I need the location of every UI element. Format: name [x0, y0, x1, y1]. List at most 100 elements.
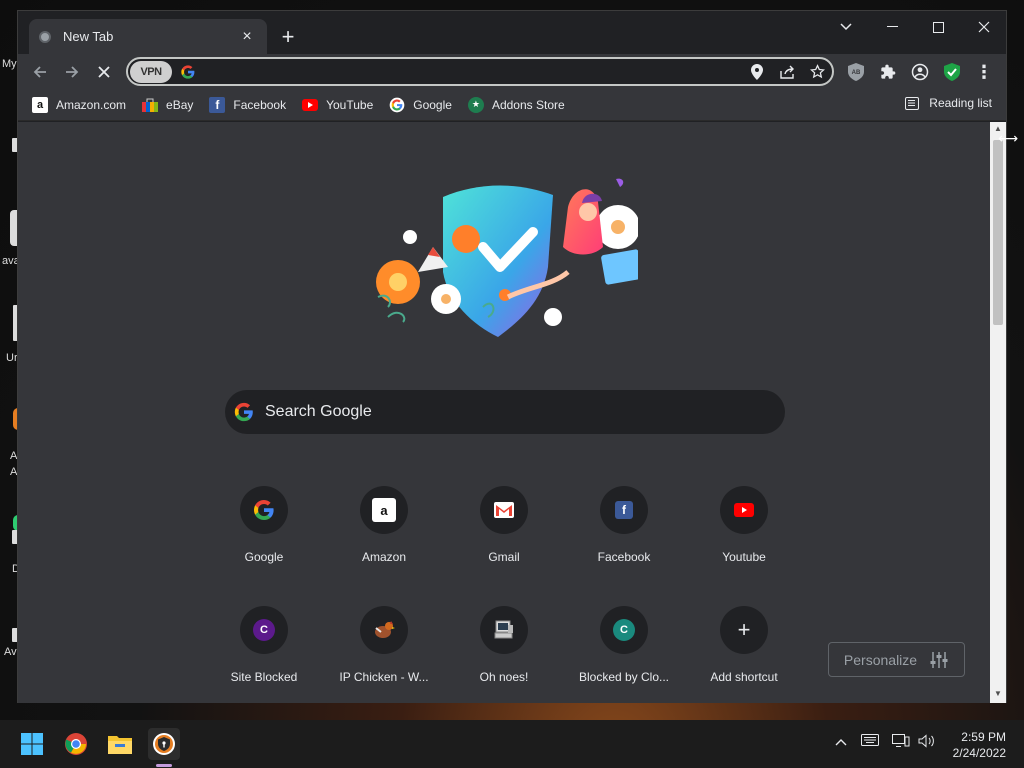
- bookmark-amazon[interactable]: a Amazon.com: [32, 96, 126, 113]
- shortcut-icon-circle: C: [600, 606, 648, 654]
- shortcut-icon-circle: [720, 486, 768, 534]
- tab-new-tab[interactable]: New Tab ×: [29, 19, 267, 54]
- network-icon[interactable]: [892, 734, 910, 751]
- bookmark-ebay[interactable]: eBay: [142, 97, 193, 113]
- shield-illustration: [376, 178, 638, 337]
- new-tab-button[interactable]: +: [276, 24, 300, 49]
- browser-menu-button[interactable]: ⋮: [970, 58, 998, 86]
- shortcut-icon-circle: [240, 486, 288, 534]
- sliders-icon: [930, 651, 948, 668]
- shortcut-amazon[interactable]: a Amazon: [328, 486, 440, 564]
- bookmark-label: Addons Store: [491, 97, 565, 112]
- facebook-icon: f: [615, 501, 633, 519]
- shortcut-blocked-by-cloudflare[interactable]: C Blocked by Clo...: [568, 606, 680, 684]
- bookmark-youtube[interactable]: YouTube: [302, 97, 373, 113]
- page-scrollbar[interactable]: ▲ ▼: [990, 122, 1006, 703]
- minimize-button[interactable]: [869, 15, 915, 39]
- shortcut-gmail[interactable]: Gmail: [448, 486, 560, 564]
- shortcut-site-blocked[interactable]: C Site Blocked: [208, 606, 320, 684]
- taskbar: 2:59 PM 2/24/2022: [0, 720, 1024, 768]
- tab-strip: New Tab × +: [18, 11, 1006, 54]
- computer-icon: [494, 620, 513, 639]
- tab-title: New Tab: [63, 29, 114, 44]
- shortcut-ip-chicken[interactable]: IP Chicken - W...: [328, 606, 440, 684]
- reading-list-button[interactable]: Reading list: [905, 96, 992, 110]
- navigation-toolbar: VPN AB ⋮: [18, 54, 1006, 89]
- amazon-icon: a: [372, 498, 396, 522]
- facebook-icon: f: [209, 96, 226, 113]
- bookmark-google[interactable]: Google: [389, 97, 452, 113]
- share-icon[interactable]: [772, 59, 802, 85]
- shortcut-label: Gmail: [488, 550, 520, 564]
- new-tab-page: Search Google Google a Amazon Gmail f Fa…: [18, 122, 990, 703]
- bookmark-facebook[interactable]: f Facebook: [209, 96, 287, 113]
- bookmark-label: eBay: [166, 97, 194, 112]
- personalize-button[interactable]: Personalize: [828, 642, 965, 677]
- bookmark-label: Facebook: [233, 97, 287, 112]
- tab-search-chevron-icon[interactable]: [823, 15, 869, 39]
- desktop-icons-strip: My ava Ur A A D Av: [0, 0, 20, 720]
- shortcut-youtube[interactable]: Youtube: [688, 486, 800, 564]
- google-icon: [389, 97, 405, 113]
- forward-button[interactable]: [58, 58, 86, 86]
- gmail-icon: [494, 502, 514, 518]
- shortcut-label: Facebook: [597, 550, 651, 564]
- url-input[interactable]: [196, 63, 742, 80]
- shortcut-label: Site Blocked: [230, 670, 298, 684]
- extensions-puzzle-icon[interactable]: [874, 58, 902, 86]
- scroll-thumb[interactable]: [993, 140, 1003, 325]
- shortcut-label: Add shortcut: [710, 670, 778, 684]
- svg-text:AB: AB: [852, 70, 861, 76]
- back-button[interactable]: [26, 58, 54, 86]
- tray-overflow-chevron-icon[interactable]: [835, 734, 847, 749]
- shortcut-google[interactable]: Google: [208, 486, 320, 564]
- desktop-label[interactable]: My: [2, 58, 17, 70]
- location-pin-icon[interactable]: [742, 59, 772, 85]
- stop-loading-button[interactable]: [90, 58, 118, 86]
- start-windows-icon[interactable]: [16, 728, 48, 760]
- volume-icon[interactable]: [918, 734, 936, 751]
- tab-favicon-icon: [39, 30, 51, 43]
- bookmark-star-icon[interactable]: [802, 59, 832, 85]
- resize-cursor-icon: ⟷: [998, 130, 1019, 146]
- bookmark-label: Google: [413, 97, 452, 112]
- address-bar[interactable]: VPN: [126, 57, 834, 86]
- shortcut-label: Amazon: [361, 550, 407, 564]
- security-shield-icon[interactable]: [938, 58, 966, 86]
- shortcut-icon-circle: [360, 606, 408, 654]
- shortcut-icon-circle: f: [600, 486, 648, 534]
- secure-browser-taskbar-icon[interactable]: [148, 728, 180, 760]
- file-explorer-icon[interactable]: [104, 728, 136, 760]
- shortcut-icon-circle: [480, 486, 528, 534]
- google-icon: [234, 402, 253, 422]
- google-search-box[interactable]: Search Google: [225, 390, 785, 434]
- add-shortcut-button[interactable]: + Add shortcut: [688, 606, 800, 684]
- chrome-icon[interactable]: [60, 728, 92, 760]
- close-window-button[interactable]: [961, 15, 1007, 39]
- desktop-label[interactable]: Ur: [6, 352, 18, 364]
- bookmark-addons-store[interactable]: ★ Addons Store: [467, 96, 565, 113]
- shortcut-oh-noes[interactable]: Oh noes!: [448, 606, 560, 684]
- addons-store-icon: ★: [467, 96, 484, 113]
- shortcut-icon-circle: +: [720, 606, 768, 654]
- profile-avatar-icon[interactable]: [906, 58, 934, 86]
- shortcut-facebook[interactable]: f Facebook: [568, 486, 680, 564]
- browser-window: New Tab × + VPN AB ⋮ a Amazon.com eBay f…: [17, 10, 1007, 703]
- youtube-icon: [734, 503, 754, 517]
- active-app-indicator: [156, 764, 172, 767]
- tab-close-icon[interactable]: ×: [237, 27, 257, 47]
- bookmarks-bar: a Amazon.com eBay f Facebook YouTube Goo…: [18, 89, 1006, 121]
- vpn-badge[interactable]: VPN: [130, 60, 172, 83]
- shortcut-icon-circle: a: [360, 486, 408, 534]
- bookmark-label: YouTube: [326, 97, 374, 112]
- scroll-down-arrow-icon[interactable]: ▼: [993, 689, 1003, 701]
- personalize-label: Personalize: [843, 651, 918, 668]
- desktop-label[interactable]: Av: [4, 646, 17, 658]
- system-clock[interactable]: 2:59 PM 2/24/2022: [953, 729, 1006, 761]
- adblock-extension-icon[interactable]: AB: [842, 58, 870, 86]
- chicken-icon: [375, 621, 395, 638]
- keyboard-icon[interactable]: [861, 734, 879, 749]
- shortcut-icon-circle: C: [240, 606, 288, 654]
- maximize-button[interactable]: [915, 15, 961, 39]
- shortcut-label: Youtube: [722, 550, 766, 564]
